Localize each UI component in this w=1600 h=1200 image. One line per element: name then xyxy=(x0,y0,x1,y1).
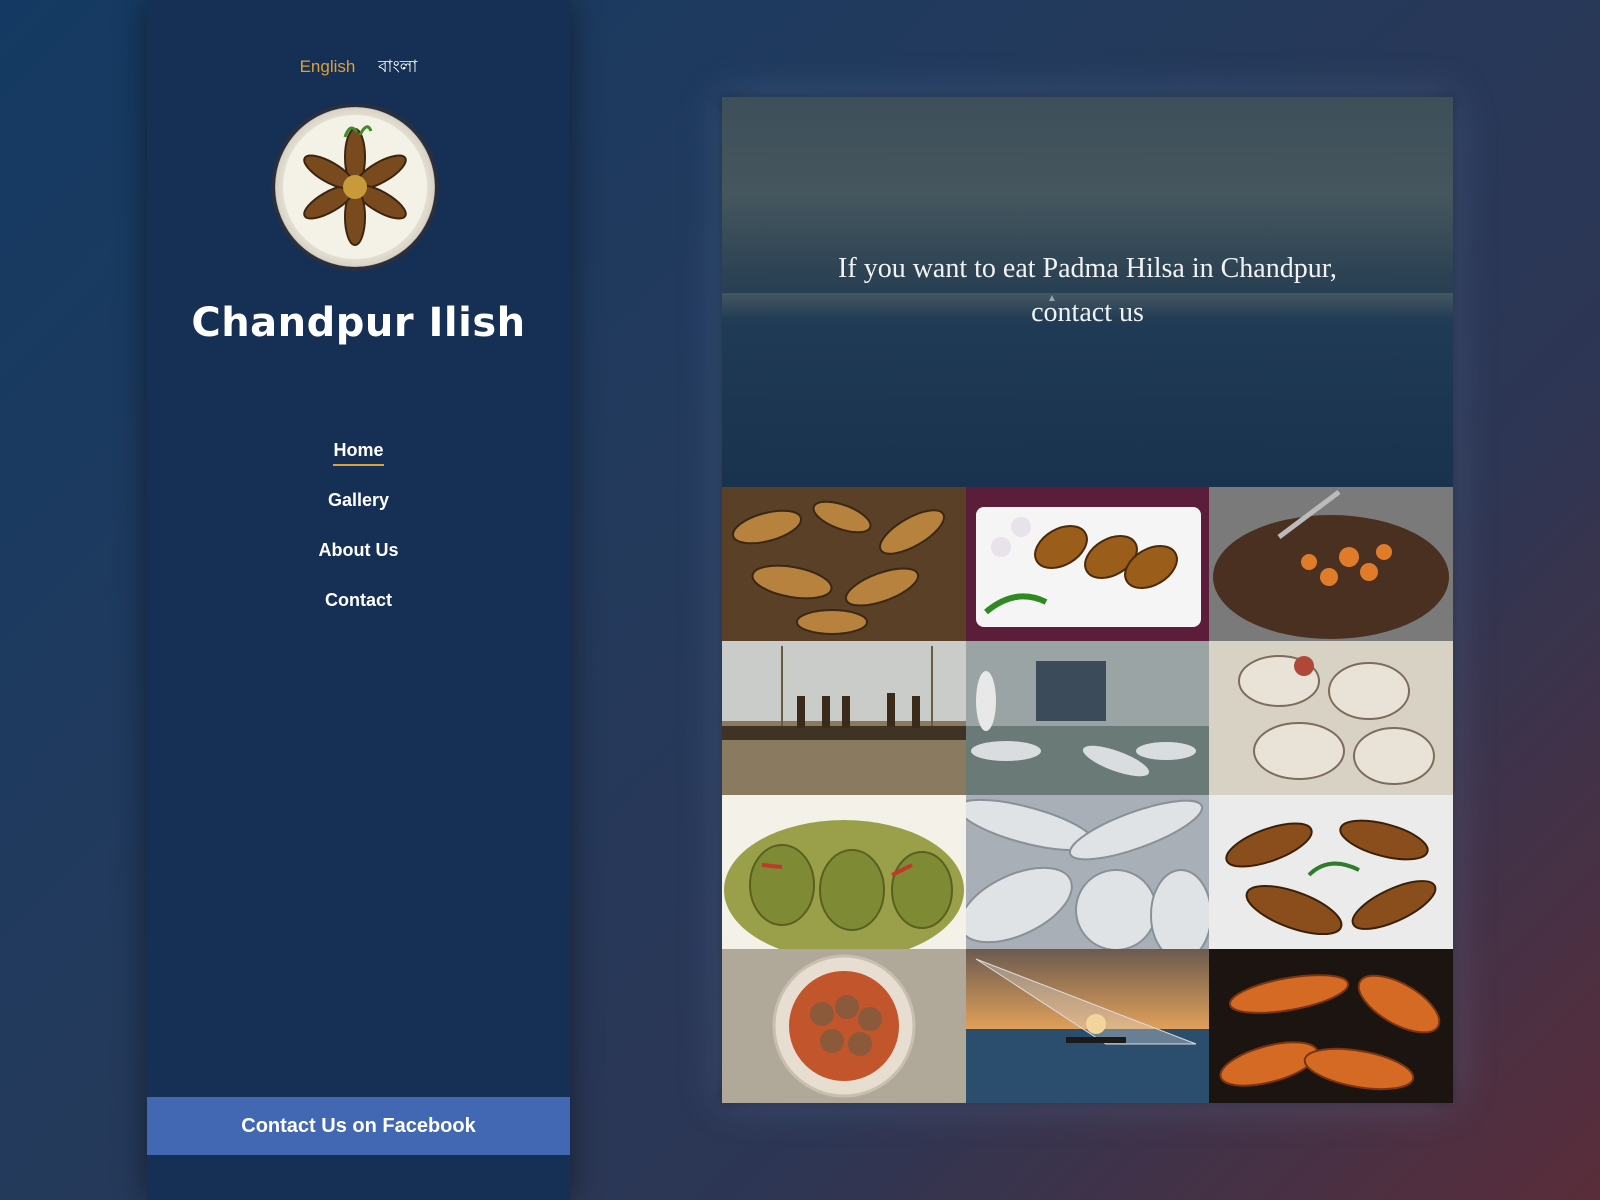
fishermen-boat-image xyxy=(722,641,966,795)
gallery-photo-cooking-pan[interactable] xyxy=(1209,487,1453,641)
gallery-photo-garnished-fish[interactable] xyxy=(1209,795,1453,949)
nav-item-contact[interactable]: Contact xyxy=(147,582,570,632)
gallery-photo-mustard-curry[interactable] xyxy=(722,795,966,949)
nav-item-gallery[interactable]: Gallery xyxy=(147,482,570,532)
nav-item-about-label: About Us xyxy=(318,540,399,560)
main-nav: Home Gallery About Us Contact xyxy=(147,432,570,632)
photo-gallery-grid xyxy=(722,487,1453,1103)
brand-title[interactable]: Chandpur Ilish xyxy=(147,300,570,346)
facebook-contact-button[interactable]: Contact Us on Facebook xyxy=(147,1097,570,1155)
gallery-photo-fish-pieces-bowl[interactable] xyxy=(1209,641,1453,795)
garnished-fish-image xyxy=(1209,795,1453,949)
hero-banner: ▲ If you want to eat Padma Hilsa in Chan… xyxy=(722,97,1453,487)
gallery-photo-pan-fried-fish[interactable] xyxy=(1209,949,1453,1103)
catch-collage-image xyxy=(966,641,1209,795)
fish-pieces-bowl-image xyxy=(1209,641,1453,795)
fried-fish-image xyxy=(722,487,966,641)
mustard-curry-image xyxy=(722,795,966,949)
language-switcher: English বাংলা xyxy=(147,54,570,82)
logo-image[interactable] xyxy=(275,107,435,267)
gallery-photo-fresh-hilsa[interactable] xyxy=(966,795,1209,949)
cooking-pan-image xyxy=(1209,487,1453,641)
pan-fried-fish-image xyxy=(1209,949,1453,1103)
nav-item-gallery-label: Gallery xyxy=(327,490,390,510)
fish-platter-image xyxy=(966,487,1209,641)
fresh-hilsa-image xyxy=(966,795,1209,949)
nav-item-contact-label: Contact xyxy=(325,590,392,610)
hero-line-2: contact us xyxy=(1031,297,1144,328)
sunset-fishing-image xyxy=(966,949,1209,1103)
gallery-photo-stuffed-fish-bowl[interactable] xyxy=(722,949,966,1103)
hero-line-1: If you want to eat Padma Hilsa in Chandp… xyxy=(838,253,1337,284)
gallery-photo-fishermen-boat[interactable] xyxy=(722,641,966,795)
language-english-link[interactable]: English xyxy=(300,57,356,76)
gallery-photo-fish-platter[interactable] xyxy=(966,487,1209,641)
stuffed-fish-bowl-image xyxy=(722,949,966,1103)
language-bangla-link[interactable]: বাংলা xyxy=(378,57,417,76)
sidebar: English বাংলা Chandpur Ilish Home Galler… xyxy=(147,0,570,1200)
gallery-photo-fried-fish[interactable] xyxy=(722,487,966,641)
gallery-photo-catch-collage[interactable] xyxy=(966,641,1209,795)
nav-item-home-label: Home xyxy=(333,440,384,466)
nav-item-about[interactable]: About Us xyxy=(147,532,570,582)
hero-text: If you want to eat Padma Hilsa in Chandp… xyxy=(722,247,1453,335)
main-content: ▲ If you want to eat Padma Hilsa in Chan… xyxy=(722,97,1453,1103)
fish-plate-icon xyxy=(283,115,427,259)
gallery-photo-sunset-fishing[interactable] xyxy=(966,949,1209,1103)
nav-item-home[interactable]: Home xyxy=(147,432,570,482)
